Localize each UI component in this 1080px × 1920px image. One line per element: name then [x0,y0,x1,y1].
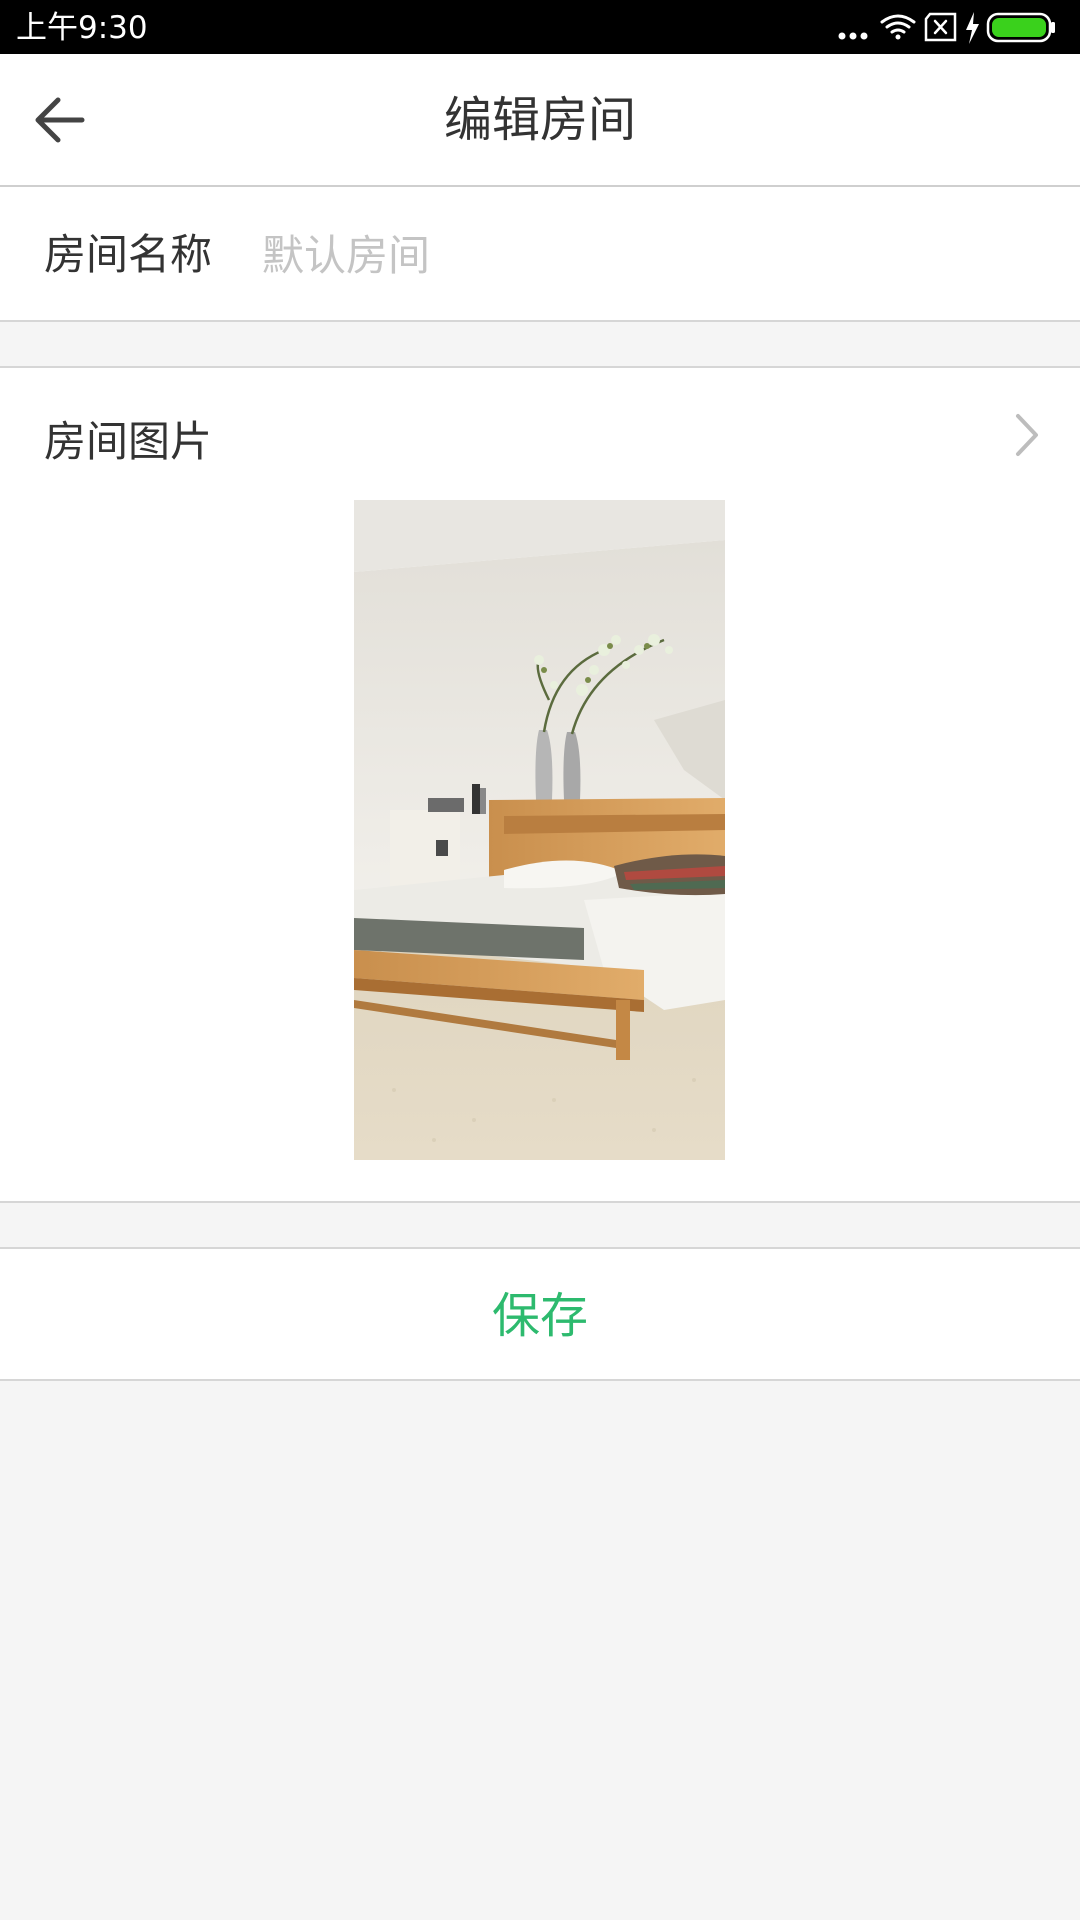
save-button[interactable]: 保存 [0,1247,1080,1381]
app-bar: 编辑房间 [0,54,1080,187]
room-name-input[interactable] [262,223,1022,287]
room-name-label: 房间名称 [44,230,213,279]
status-time: 上午9:30 [16,10,148,46]
room-name-row: 房间名称 [0,187,1080,322]
back-button[interactable] [20,80,100,160]
chevron-right-icon[interactable] [1010,410,1046,460]
more-dots-icon [838,32,868,40]
room-image-row[interactable]: 房间图片 [0,366,1080,1203]
page-title: 编辑房间 [443,92,636,148]
battery-icon [986,12,1055,43]
room-image-label: 房间图片 [44,417,213,466]
bedroom-photo-image [354,500,725,1160]
wifi-icon [880,14,916,40]
sim-card-icon [924,12,957,42]
charging-icon [966,12,979,44]
status-icons [832,10,1068,46]
status-bar: 上午9:30 [0,0,1080,54]
save-label: 保存 [491,1288,588,1344]
room-photo[interactable] [354,500,725,1160]
arrow-left-icon [35,97,85,143]
